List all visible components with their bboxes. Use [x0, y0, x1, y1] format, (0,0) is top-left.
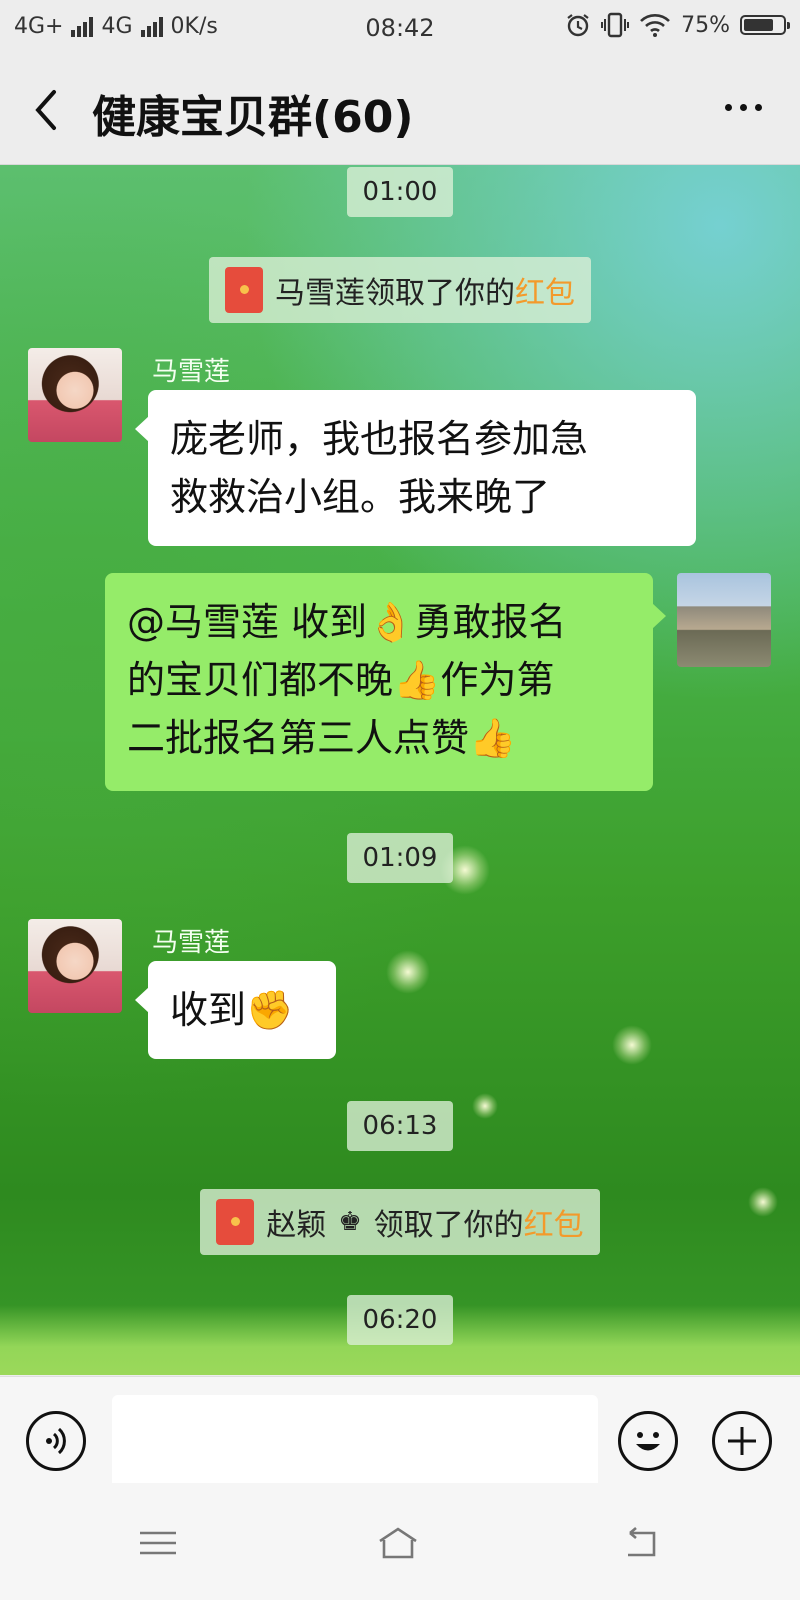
avatar[interactable] — [677, 573, 771, 667]
message-bubble-outgoing[interactable]: @马雪莲 收到👌勇敢报名 的宝贝们都不晚👍作为第 二批报名第三人点赞👍 — [105, 573, 666, 791]
chat-title: 健康宝贝群(60) — [92, 92, 414, 143]
timestamp: 01:09 — [0, 833, 800, 883]
red-packet-icon — [216, 1199, 255, 1245]
menu-icon[interactable] — [136, 1523, 180, 1563]
voice-icon[interactable] — [26, 1411, 86, 1471]
light-spot — [386, 950, 430, 994]
chat-message-area[interactable]: 01:00 马雪莲领取了你的红包 马雪莲 庞老师，我也报名参加急 救救治小组。我… — [0, 165, 800, 1375]
system-message-text: 马雪莲领取了你的 — [275, 276, 515, 311]
sender-name: 马雪莲 — [152, 928, 231, 958]
message-text: @马雪莲 收到👌勇敢报名 — [127, 600, 567, 644]
message-text: 二批报名第三人点赞👍 — [127, 716, 517, 760]
wifi-icon — [640, 14, 671, 37]
timestamp-text: 01:09 — [346, 833, 454, 883]
message-text: 收到✊ — [170, 988, 294, 1032]
system-message: 赵颖 ♚ 领取了你的红包 — [0, 1189, 800, 1255]
emoji-icon[interactable] — [618, 1411, 678, 1471]
crown-icon: ♚ — [338, 1207, 362, 1237]
vibrate-icon — [601, 12, 630, 38]
system-message: 马雪莲领取了你的红包 — [0, 257, 800, 323]
more-icon[interactable] — [725, 104, 762, 111]
home-icon[interactable] — [376, 1523, 420, 1563]
light-spot — [612, 1025, 652, 1065]
status-bar: 4G+ 4G 0K/s 08:42 75% — [0, 0, 800, 56]
message-bubble-incoming[interactable]: 庞老师，我也报名参加急 救救治小组。我来晚了 — [135, 390, 696, 546]
red-packet-link[interactable]: 红包 — [524, 1208, 584, 1243]
system-message-box[interactable]: 马雪莲领取了你的红包 — [209, 257, 591, 323]
avatar[interactable] — [28, 919, 122, 1013]
avatar[interactable] — [28, 348, 122, 442]
message-input[interactable] — [112, 1395, 598, 1489]
back-icon[interactable] — [620, 1523, 664, 1563]
chevron-left-icon[interactable] — [28, 86, 68, 134]
timestamp-text: 06:13 — [346, 1101, 454, 1151]
chat-header: 健康宝贝群(60) — [0, 56, 800, 165]
red-packet-link[interactable]: 红包 — [515, 276, 575, 311]
system-nav-bar — [0, 1483, 800, 1600]
system-message-text: 领取了你的 — [373, 1208, 524, 1243]
battery-icon — [740, 15, 790, 35]
message-text: 庞老师，我也报名参加急 — [170, 417, 589, 461]
red-packet-icon — [225, 267, 263, 313]
alarm-icon — [567, 14, 589, 37]
battery-percent: 75% — [681, 12, 730, 38]
sender-name: 马雪莲 — [152, 357, 231, 387]
timestamp: 06:20 — [0, 1295, 800, 1345]
battery-level — [744, 19, 773, 31]
system-message-name: 赵颖 — [266, 1208, 327, 1243]
message-bubble-incoming[interactable]: 收到✊ — [135, 961, 336, 1059]
timestamp: 06:13 — [0, 1101, 800, 1151]
status-right: 75% — [565, 12, 790, 38]
input-bar — [0, 1376, 800, 1489]
message-text: 的宝贝们都不晚👍作为第 — [127, 658, 555, 702]
timestamp-text: 06:20 — [346, 1295, 454, 1345]
timestamp: 01:00 — [0, 167, 800, 217]
message-text: 救救治小组。我来晚了 — [170, 475, 551, 519]
system-message-box[interactable]: 赵颖 ♚ 领取了你的红包 — [200, 1189, 600, 1255]
plus-icon[interactable] — [712, 1411, 772, 1471]
timestamp-text: 01:00 — [346, 167, 454, 217]
